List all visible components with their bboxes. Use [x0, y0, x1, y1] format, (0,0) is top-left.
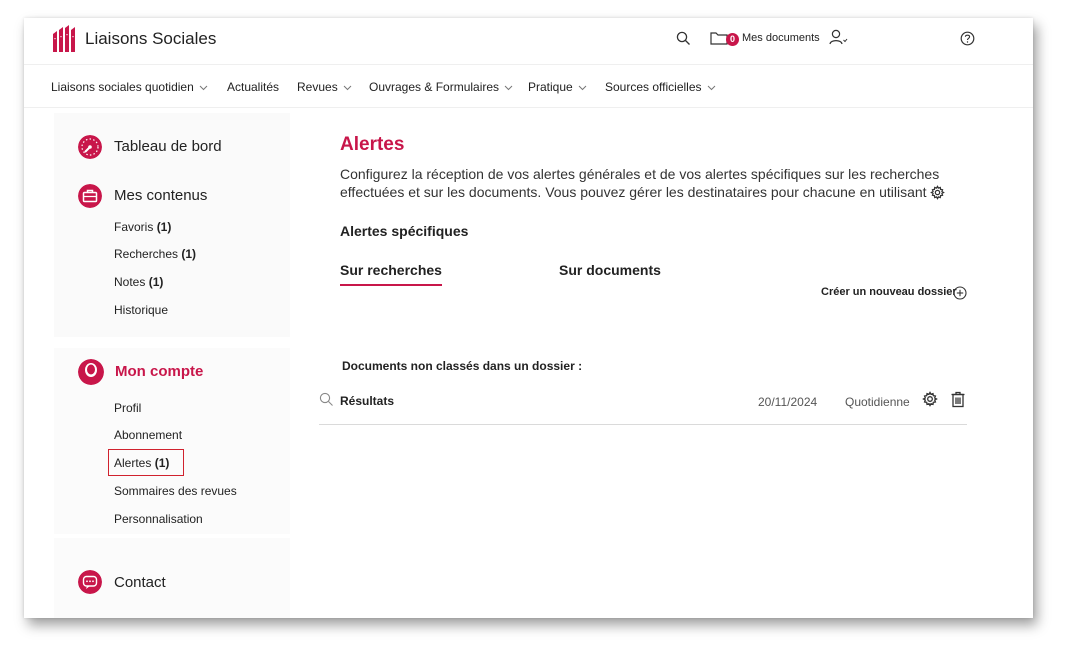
- documents-count-badge: 0: [726, 33, 739, 46]
- header: Liaisons Sociales 0 Mes documents: [24, 18, 1033, 62]
- alert-row: Résultats 20/11/2024 Quotidienne: [319, 382, 967, 425]
- settings-gear-icon: [930, 185, 946, 200]
- unclassified-documents-heading: Documents non classés dans un dossier :: [342, 359, 583, 373]
- sidebar-item-alertes[interactable]: Alertes (1): [114, 456, 169, 470]
- chevron-down-icon: [578, 85, 587, 91]
- settings-gear-icon[interactable]: [922, 391, 938, 407]
- sidebar-item-favoris[interactable]: Favoris (1): [114, 220, 171, 234]
- chevron-down-icon: [343, 85, 352, 91]
- user-icon[interactable]: [829, 29, 849, 45]
- add-circle-icon[interactable]: [953, 286, 967, 300]
- my-documents-link[interactable]: Mes documents: [742, 32, 820, 44]
- app-window: Liaisons Sociales 0 Mes documents Liaiso…: [24, 18, 1033, 618]
- sidebar-item-abonnement[interactable]: Abonnement: [114, 428, 182, 442]
- search-icon[interactable]: [676, 31, 691, 46]
- trash-icon[interactable]: [950, 391, 966, 408]
- alert-frequency: Quotidienne: [845, 395, 910, 409]
- chevron-down-icon: [199, 85, 208, 91]
- nav-pratique[interactable]: Pratique: [528, 80, 587, 94]
- brand-name[interactable]: Liaisons Sociales: [85, 29, 216, 49]
- page-title: Alertes: [340, 134, 405, 155]
- create-folder-button[interactable]: Créer un nouveau dossier: [821, 286, 957, 298]
- tab-sur-recherches[interactable]: Sur recherches: [340, 262, 442, 286]
- chevron-down-icon: [707, 85, 715, 91]
- sidebar-item-personnalisation[interactable]: Personnalisation: [114, 512, 203, 526]
- chat-bubble-icon: [78, 570, 102, 594]
- user-profile-icon: [78, 359, 104, 385]
- search-icon: [319, 392, 333, 406]
- briefcase-icon: [78, 184, 102, 208]
- specific-alerts-heading: Alertes spécifiques: [340, 223, 469, 239]
- help-icon[interactable]: [960, 31, 975, 46]
- dashboard-gauge-icon: [78, 135, 102, 159]
- sidebar-contact[interactable]: Contact: [114, 574, 166, 591]
- logo-icon[interactable]: [51, 24, 81, 54]
- sidebar-dashboard[interactable]: Tableau de bord: [114, 138, 222, 155]
- chevron-down-icon: [504, 85, 513, 91]
- sidebar-my-account[interactable]: Mon compte: [115, 363, 203, 380]
- sidebar-item-recherches[interactable]: Recherches (1): [114, 247, 196, 261]
- sidebar-item-notes[interactable]: Notes (1): [114, 275, 163, 289]
- alert-name-link[interactable]: Résultats: [340, 394, 394, 408]
- nav-actualites[interactable]: Actualités: [227, 80, 279, 94]
- nav-liaisons-sociales-quotidien[interactable]: Liaisons sociales quotidien: [51, 80, 208, 94]
- nav-sources-officielles[interactable]: Sources officielles: [605, 80, 716, 94]
- sidebar-item-profil[interactable]: Profil: [114, 401, 141, 415]
- alert-date: 20/11/2024: [758, 395, 818, 409]
- tab-sur-documents[interactable]: Sur documents: [559, 262, 661, 278]
- nav-ouvrages-formulaires[interactable]: Ouvrages & Formulaires: [369, 80, 513, 94]
- intro-text: Configurez la réception de vos alertes g…: [340, 165, 950, 201]
- sidebar-item-sommaires-revues[interactable]: Sommaires des revues: [114, 484, 237, 498]
- sidebar-my-contents[interactable]: Mes contenus: [114, 187, 207, 204]
- main-nav: Liaisons sociales quotidien Actualités R…: [24, 64, 1033, 108]
- nav-revues[interactable]: Revues: [297, 80, 352, 94]
- sidebar-item-historique[interactable]: Historique: [114, 303, 168, 317]
